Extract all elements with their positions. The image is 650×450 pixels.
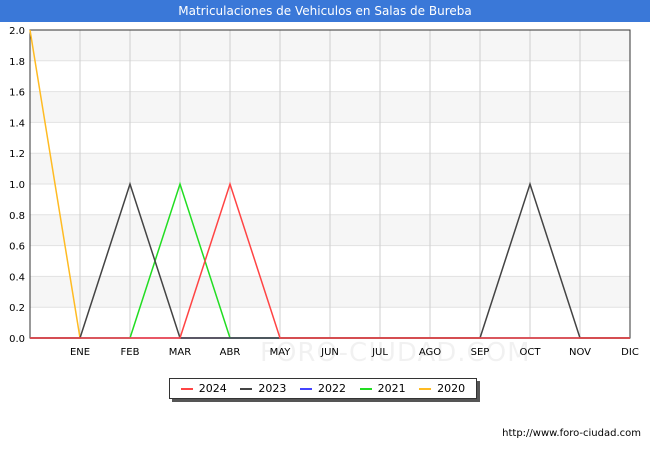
y-tick-labels: 0.0 0.2 0.4 0.6 0.8 1.0 1.2 1.4 1.6 1.8 2.0 <box>9 26 25 345</box>
legend-swatch <box>299 387 312 390</box>
y-tick-label: 2.0 <box>9 26 25 37</box>
y-tick-label: 0.6 <box>9 242 25 253</box>
y-tick-label: 1.0 <box>9 180 25 191</box>
legend: 2024 2023 2022 2021 2020 <box>169 378 477 399</box>
legend-item-2020: 2020 <box>419 382 465 395</box>
legend-label: 2020 <box>437 382 466 395</box>
x-tick-label: NOV <box>569 347 591 358</box>
legend-label: 2022 <box>317 382 346 395</box>
source-label: http://www.foro-ciudad.com <box>502 428 641 439</box>
legend-item-2023: 2023 <box>240 382 286 395</box>
y-tick-label: 1.8 <box>9 57 25 68</box>
legend-item-2021: 2021 <box>359 382 406 395</box>
y-tick-label: 0.0 <box>9 334 25 345</box>
y-tick-label: 1.2 <box>9 149 25 160</box>
legend-item-2024: 2024 <box>180 382 227 395</box>
legend-item-2022: 2022 <box>299 382 346 395</box>
y-tick-label: 0.2 <box>9 303 25 314</box>
x-tick-label: MAR <box>169 347 191 358</box>
x-tick-label: DIC <box>621 347 639 358</box>
y-tick-label: 0.8 <box>9 211 25 222</box>
watermark: FORO-CIUDAD.COM <box>260 338 531 368</box>
legend-swatch <box>359 387 372 390</box>
legend-label: 2023 <box>258 382 287 395</box>
legend-swatch <box>180 387 193 390</box>
y-tick-label: 1.6 <box>9 88 25 99</box>
y-tick-label: 0.4 <box>9 272 25 283</box>
legend-swatch <box>419 387 432 390</box>
legend-swatch <box>240 387 253 390</box>
x-tick-label: ABR <box>220 347 241 358</box>
legend-label: 2024 <box>198 382 227 395</box>
chart-title: Matriculaciones de Vehiculos en Salas de… <box>0 0 650 22</box>
x-tick-label: FEB <box>121 347 140 358</box>
x-tick-label: ENE <box>70 347 90 358</box>
legend-label: 2021 <box>377 382 406 395</box>
y-tick-label: 1.4 <box>9 118 25 129</box>
